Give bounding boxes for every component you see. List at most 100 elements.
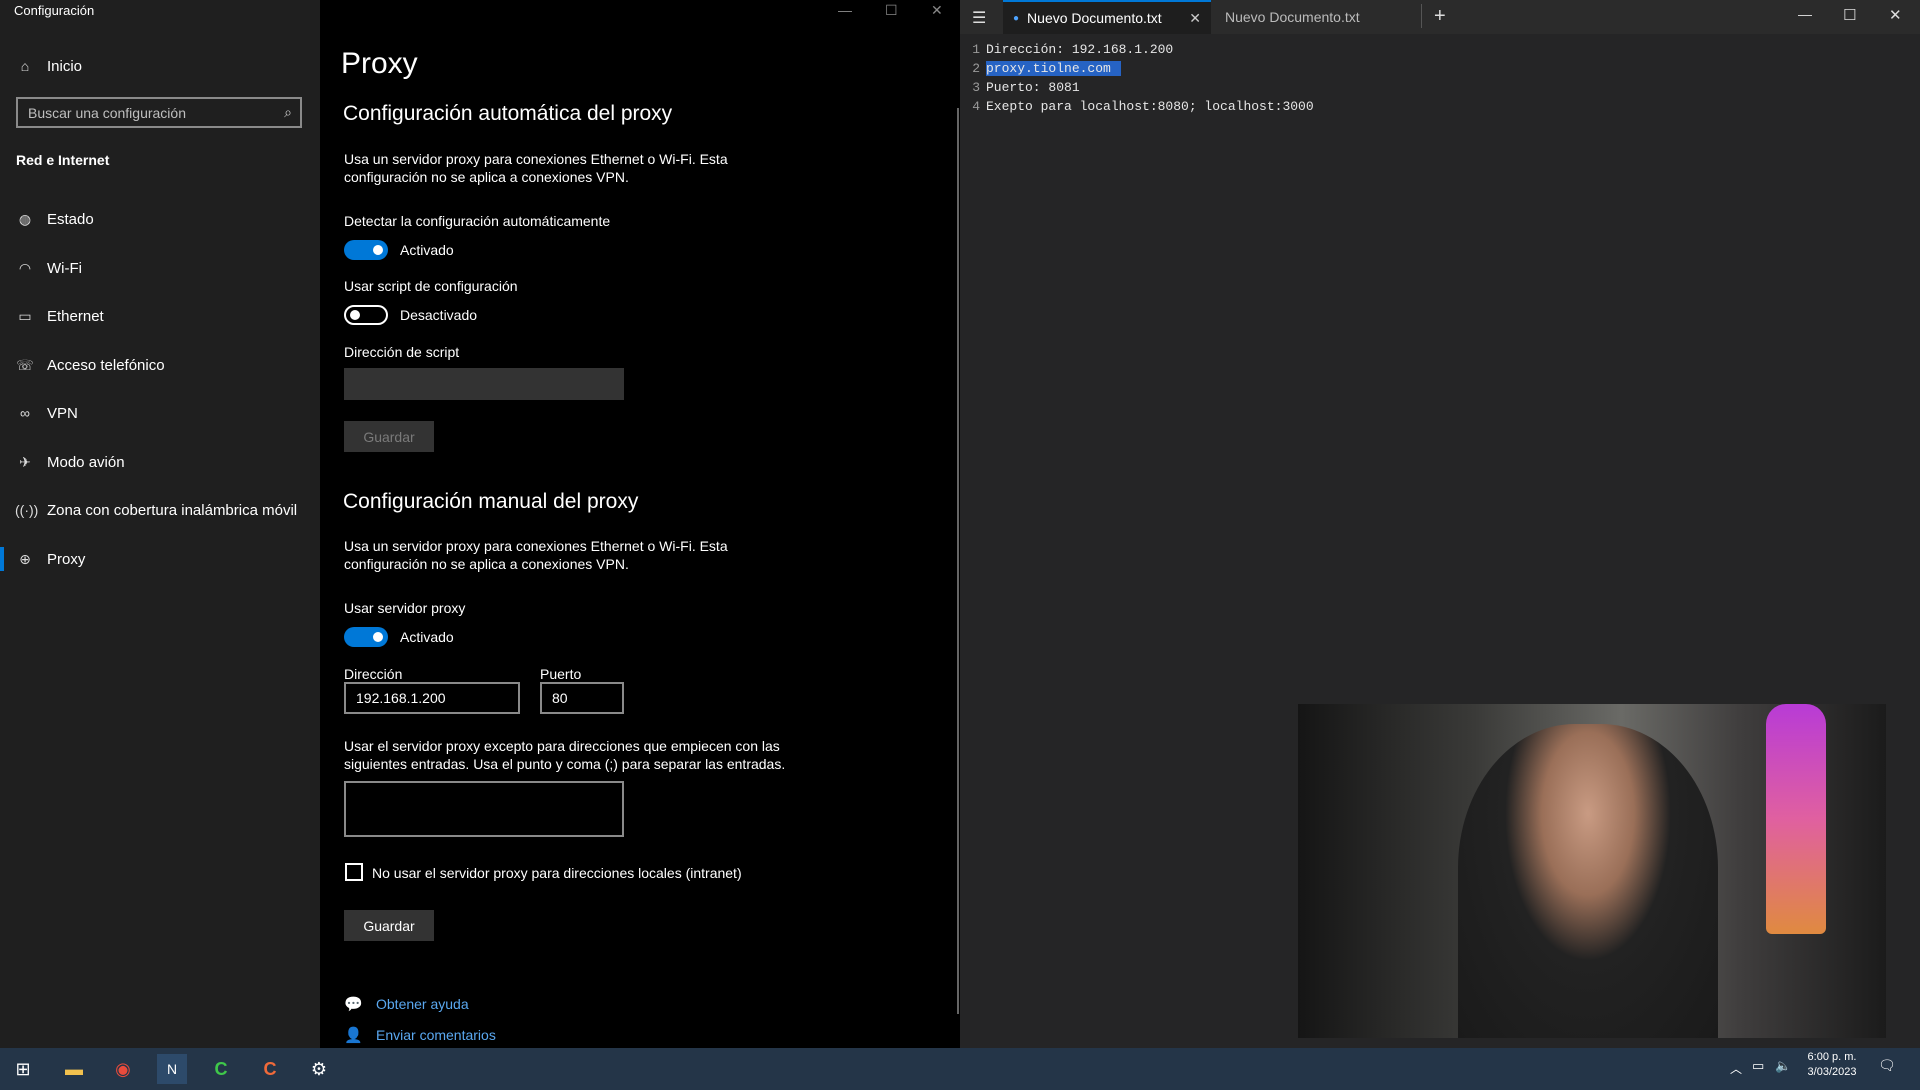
help-icon: 💬: [344, 996, 363, 1013]
wifi-icon: ◠: [18, 259, 32, 276]
network-icon[interactable]: ▭: [1752, 1058, 1764, 1074]
sidebar-item-label: VPN: [47, 404, 78, 422]
sidebar-item-label: Zona con cobertura inalámbrica móvil: [47, 501, 298, 519]
tab-document-1[interactable]: ● Nuevo Documento.txt ✕: [1003, 0, 1211, 34]
sidebar-item-estado[interactable]: ◍ Estado: [0, 199, 320, 239]
editor-line-selected[interactable]: proxy.tiolne.com: [986, 61, 1121, 76]
sidebar-item-dialup[interactable]: ☏ Acceso telefónico: [0, 345, 320, 385]
tab-label: Nuevo Documento.txt: [1027, 10, 1162, 26]
page-title: Proxy: [341, 47, 418, 80]
line-number: 4: [972, 99, 980, 114]
start-icon[interactable]: ⊞: [8, 1054, 38, 1084]
manual-proxy-desc-line1: Usa un servidor proxy para conexiones Et…: [344, 538, 728, 554]
file-explorer-icon[interactable]: ▬: [59, 1054, 89, 1084]
editor-line[interactable]: Exepto para localhost:8080; localhost:30…: [986, 99, 1314, 114]
rgb-microphone: [1766, 704, 1826, 934]
close-icon[interactable]: ✕: [931, 2, 943, 19]
tab-divider: [1421, 4, 1422, 28]
sidebar-item-proxy[interactable]: ⊕ Proxy: [0, 539, 320, 579]
camtasia-red-icon[interactable]: C: [255, 1054, 285, 1084]
address-label: Dirección: [344, 666, 403, 682]
sidebar-item-airplane[interactable]: ✈ Modo avión: [0, 442, 320, 482]
taskbar: [0, 1048, 1920, 1090]
sidebar-item-label: Ethernet: [47, 307, 104, 325]
manual-save-button[interactable]: Guardar: [344, 910, 434, 941]
menu-icon[interactable]: ☰: [972, 8, 986, 28]
tray-chevron-icon[interactable]: ︿: [1730, 1060, 1742, 1077]
local-bypass-label: No usar el servidor proxy para direccion…: [372, 865, 742, 881]
sidebar-item-hotspot[interactable]: ((·)) Zona con cobertura inalámbrica móv…: [0, 490, 320, 530]
minimize-icon[interactable]: —: [838, 2, 852, 18]
address-field[interactable]: 192.168.1.200: [344, 682, 520, 714]
notepad-close-icon[interactable]: ✕: [1889, 6, 1902, 24]
webcam-overlay: [1298, 704, 1886, 1038]
local-bypass-checkbox[interactable]: [345, 863, 363, 881]
airplane-icon: ✈: [19, 453, 31, 470]
section-title: Red e Internet: [16, 152, 110, 168]
editor-line[interactable]: Dirección: 192.168.1.200: [986, 42, 1173, 57]
notepad-maximize-icon[interactable]: ☐: [1843, 6, 1856, 24]
volume-icon[interactable]: 🔈: [1775, 1058, 1791, 1074]
sidebar-item-label: Acceso telefónico: [47, 356, 165, 374]
line-number: 3: [972, 80, 980, 95]
sidebar-item-label: Wi-Fi: [47, 259, 82, 277]
tab-label: Nuevo Documento.txt: [1225, 9, 1360, 25]
exceptions-textarea[interactable]: [344, 781, 624, 837]
search-icon[interactable]: ⌕: [284, 104, 292, 121]
feedback-icon: 👤: [344, 1027, 363, 1044]
auto-proxy-desc-line2: configuración no se aplica a conexiones …: [344, 169, 629, 185]
vpn-icon: ∞: [20, 405, 30, 421]
tab-document-2[interactable]: Nuevo Documento.txt: [1225, 0, 1360, 34]
script-config-toggle[interactable]: [344, 305, 388, 325]
notepad-app-icon[interactable]: N: [157, 1054, 187, 1084]
settings-window-title: Configuración: [14, 3, 95, 18]
detect-auto-label: Detectar la configuración automáticament…: [344, 213, 611, 229]
notifications-icon[interactable]: 🗨: [1878, 1057, 1896, 1074]
port-label: Puerto: [540, 666, 582, 682]
exceptions-desc-line1: Usar el servidor proxy excepto para dire…: [344, 738, 780, 754]
script-address-label: Dirección de script: [344, 344, 460, 360]
line-number: 2: [972, 61, 980, 76]
port-field[interactable]: 80: [540, 682, 624, 714]
globe-status-icon: ◍: [18, 210, 32, 227]
script-address-input: [344, 368, 624, 400]
sidebar-item-label: Estado: [47, 210, 94, 228]
sidebar-item-label: Modo avión: [47, 453, 125, 471]
notepad-minimize-icon[interactable]: —: [1798, 6, 1812, 22]
new-tab-icon[interactable]: +: [1434, 5, 1446, 28]
search-input[interactable]: [18, 99, 278, 127]
feedback-link[interactable]: Enviar comentarios: [376, 1027, 496, 1043]
sidebar-item-ethernet[interactable]: ▭ Ethernet: [0, 296, 320, 336]
nav-home-label: Inicio: [47, 57, 83, 75]
script-config-label: Usar script de configuración: [344, 278, 518, 294]
use-proxy-state: Activado: [400, 629, 454, 645]
sidebar-item-wifi[interactable]: ◠ Wi-Fi: [0, 248, 320, 288]
tab-close-icon[interactable]: ✕: [1189, 10, 1201, 27]
search-box[interactable]: ⌕: [16, 97, 302, 128]
hotspot-icon: ((·)): [15, 502, 39, 518]
camtasia-green-icon[interactable]: C: [206, 1054, 236, 1084]
use-proxy-label: Usar servidor proxy: [344, 600, 466, 616]
auto-proxy-desc-line1: Usa un servidor proxy para conexiones Et…: [344, 151, 728, 167]
get-help-link[interactable]: Obtener ayuda: [376, 996, 469, 1012]
editor-line[interactable]: Puerto: 8081: [986, 80, 1080, 95]
presenter: [1458, 724, 1718, 1038]
manual-proxy-heading: Configuración manual del proxy: [343, 490, 639, 513]
dialup-icon: ☏: [16, 356, 34, 373]
chrome-icon[interactable]: ◉: [108, 1054, 138, 1084]
detect-auto-state: Activado: [400, 242, 454, 258]
nav-home[interactable]: ⌂ Inicio: [0, 46, 320, 86]
auto-proxy-heading: Configuración automática del proxy: [343, 102, 673, 125]
sidebar-item-label: Proxy: [47, 550, 86, 568]
ethernet-icon: ▭: [18, 307, 32, 324]
detect-auto-toggle[interactable]: [344, 240, 388, 260]
line-number: 1: [972, 42, 980, 57]
settings-gear-icon[interactable]: ⚙: [304, 1054, 334, 1084]
maximize-icon[interactable]: ☐: [885, 2, 898, 19]
sidebar-item-vpn[interactable]: ∞ VPN: [0, 393, 320, 433]
settings-scrollbar[interactable]: [957, 108, 959, 1014]
use-proxy-toggle[interactable]: [344, 627, 388, 647]
clock-date: 3/03/2023: [1807, 1066, 1857, 1078]
home-icon: ⌂: [20, 58, 30, 74]
tray-clock[interactable]: 6:00 p. m. 3/03/2023: [1800, 1050, 1864, 1080]
